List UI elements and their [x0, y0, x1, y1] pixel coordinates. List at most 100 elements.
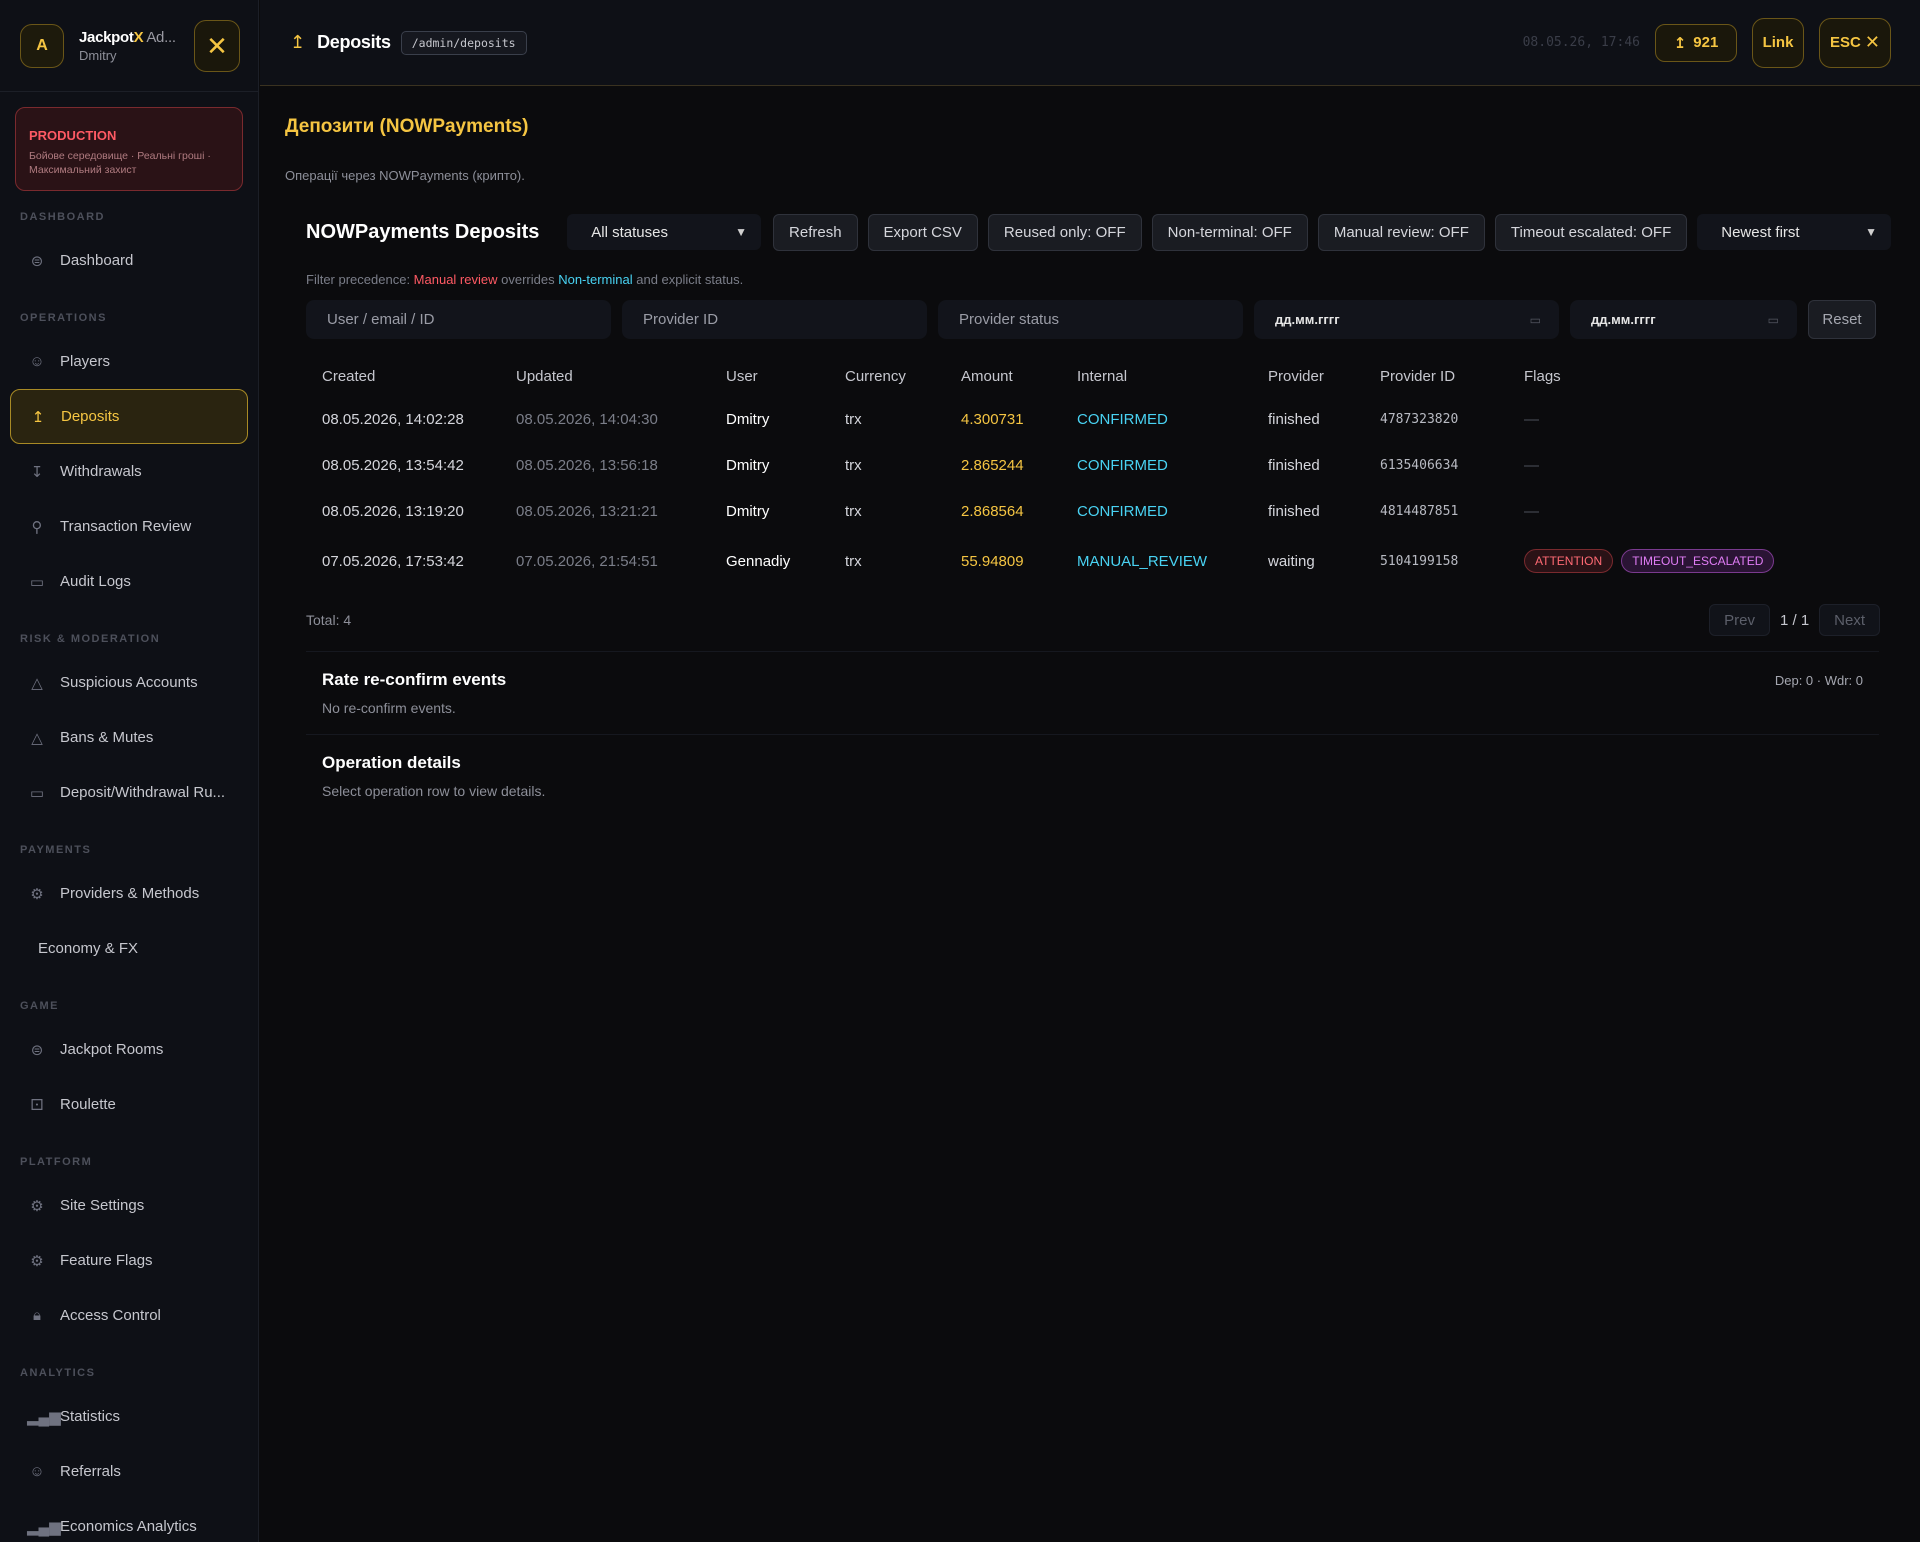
- brand-text: JackpotX Ad... Dmitry: [79, 29, 194, 63]
- cell-updated: 07.05.2026, 21:54:51: [516, 552, 658, 570]
- sidebar-item-bans-mutes[interactable]: △ Bans & Mutes: [10, 710, 248, 765]
- date-from-input[interactable]: дд.мм.гггг ▭: [1254, 300, 1559, 339]
- timeout-escalated-badge: TIMEOUT_ESCALATED: [1621, 549, 1775, 573]
- cell-amount: 2.865244: [961, 456, 1024, 474]
- page-title: Депозити (NOWPayments): [285, 116, 529, 137]
- col-amount[interactable]: Amount: [961, 356, 1077, 396]
- close-sidebar-button[interactable]: ✕: [194, 19, 240, 72]
- users-icon: ☺: [29, 353, 45, 370]
- table-row[interactable]: 08.05.2026, 13:54:42 08.05.2026, 13:56:1…: [306, 442, 1896, 488]
- sidebar-item-label: Statistics: [60, 1408, 121, 1425]
- sidebar: A JackpotX Ad... Dmitry ✕ PRODUCTION Бой…: [0, 0, 259, 1542]
- sidebar-item-label: Transaction Review: [60, 518, 192, 535]
- sidebar-item-dw-rules[interactable]: ▭ Deposit/Withdrawal Ru...: [10, 765, 248, 820]
- sidebar-item-access-control[interactable]: 🔒︎ Access Control: [10, 1288, 248, 1343]
- cell-amount: 55.94809: [961, 552, 1024, 570]
- sidebar-item-providers-methods[interactable]: ⚙ Providers & Methods: [10, 866, 248, 921]
- non-terminal-toggle[interactable]: Non-terminal: OFF: [1151, 213, 1308, 251]
- page-title-top: Deposits: [317, 32, 391, 52]
- reused-only-toggle[interactable]: Reused only: OFF: [987, 213, 1142, 251]
- cell-provider-status: finished: [1268, 502, 1320, 520]
- col-user[interactable]: User: [726, 356, 845, 396]
- manual-review-toggle[interactable]: Manual review: OFF: [1317, 213, 1485, 251]
- export-csv-button[interactable]: Export CSV: [867, 213, 978, 251]
- cell-provider-status: finished: [1268, 410, 1320, 428]
- sidebar-item-site-settings[interactable]: ⚙ Site Settings: [10, 1178, 248, 1233]
- cell-user: Gennadiy: [726, 552, 791, 570]
- provider-id-input[interactable]: Provider ID: [622, 300, 927, 339]
- sidebar-item-transaction-review[interactable]: ⚲ Transaction Review: [10, 499, 248, 554]
- sidebar-item-label: Withdrawals: [60, 463, 142, 480]
- production-subtitle: Бойове середовище · Реальні гроші · Макс…: [29, 150, 211, 176]
- sidebar-item-statistics[interactable]: ▂▄▆ Statistics: [10, 1389, 248, 1444]
- table-row[interactable]: 08.05.2026, 13:19:20 08.05.2026, 13:21:2…: [306, 488, 1896, 534]
- card-icon: ▭: [29, 784, 45, 802]
- gear-icon: ⚙: [30, 885, 44, 903]
- section-risk: RISK & MODERATION: [20, 633, 161, 645]
- cell-provider-status: finished: [1268, 456, 1320, 474]
- calendar-icon[interactable]: ▭: [1768, 313, 1779, 327]
- reconfirm-panel: Rate re-confirm events Dep: 0 · Wdr: 0 N…: [306, 651, 1879, 734]
- table-row[interactable]: 08.05.2026, 14:02:28 08.05.2026, 14:04:3…: [306, 396, 1896, 442]
- sidebar-item-deposits[interactable]: ↥ Deposits: [10, 389, 248, 444]
- warning-icon: △: [31, 729, 43, 747]
- refresh-button[interactable]: Refresh: [773, 213, 858, 251]
- cell-amount: 2.868564: [961, 502, 1024, 520]
- provider-status-input[interactable]: Provider status: [938, 300, 1243, 339]
- date-from-value: дд.мм.гггг: [1275, 312, 1340, 327]
- col-internal[interactable]: Internal: [1077, 356, 1268, 396]
- table-row[interactable]: 07.05.2026, 17:53:42 07.05.2026, 21:54:5…: [306, 534, 1896, 588]
- col-updated[interactable]: Updated: [516, 356, 726, 396]
- sidebar-item-audit-logs[interactable]: ▭ Audit Logs: [10, 554, 248, 609]
- cell-updated: 08.05.2026, 14:04:30: [516, 410, 658, 428]
- calendar-icon[interactable]: ▭: [1530, 313, 1541, 327]
- sidebar-item-dashboard[interactable]: ⊜ Dashboard: [10, 233, 248, 288]
- upload-icon: ↥: [31, 408, 45, 426]
- sidebar-item-players[interactable]: ☺ Players: [10, 334, 248, 389]
- download-icon: ↧: [30, 463, 44, 481]
- section-analytics: ANALYTICS: [20, 1367, 96, 1379]
- sidebar-item-label: Players: [60, 353, 111, 370]
- sidebar-item-suspicious-accounts[interactable]: △ Suspicious Accounts: [10, 655, 248, 710]
- cell-internal-status: CONFIRMED: [1077, 410, 1168, 428]
- timestamp: 08.05.26, 17:46: [1522, 35, 1640, 50]
- col-currency[interactable]: Currency: [845, 356, 961, 396]
- esc-button[interactable]: ESC ✕: [1819, 17, 1891, 68]
- next-page-button[interactable]: Next: [1819, 604, 1880, 636]
- user-search-input[interactable]: User / email / ID: [306, 300, 611, 339]
- sidebar-item-referrals[interactable]: ☺ Referrals: [10, 1444, 248, 1499]
- chevron-down-icon: ▼: [735, 225, 748, 239]
- topbar: ↥ Deposits /admin/deposits 08.05.26, 17:…: [260, 0, 1920, 86]
- prev-page-button[interactable]: Prev: [1709, 604, 1770, 636]
- status-select[interactable]: All statuses ▼: [567, 214, 762, 250]
- cell-flags: ATTENTION TIMEOUT_ESCALATED: [1524, 534, 1896, 588]
- cell-user: Dmitry: [726, 456, 770, 474]
- col-flags[interactable]: Flags: [1524, 356, 1896, 396]
- cell-created: 08.05.2026, 14:02:28: [322, 410, 464, 428]
- total-count: Total: 4: [306, 612, 352, 628]
- sidebar-item-economics-analytics[interactable]: ▂▄▆ Economics Analytics: [10, 1499, 248, 1542]
- sidebar-item-jackpot-rooms[interactable]: ⊜ Jackpot Rooms: [10, 1022, 248, 1077]
- sidebar-item-label: Site Settings: [60, 1197, 145, 1214]
- warning-icon: △: [31, 674, 43, 692]
- date-to-input[interactable]: дд.мм.гггг ▭: [1570, 300, 1797, 339]
- sidebar-item-feature-flags[interactable]: ⚙ Feature Flags: [10, 1233, 248, 1288]
- sidebar-item-withdrawals[interactable]: ↧ Withdrawals: [10, 444, 248, 499]
- reset-button[interactable]: Reset: [1808, 300, 1876, 339]
- col-provider-id[interactable]: Provider ID: [1380, 356, 1524, 396]
- sidebar-item-economy-fx[interactable]: Economy & FX: [10, 921, 248, 976]
- section-game: GAME: [20, 1000, 59, 1012]
- sort-select[interactable]: Newest first ▼: [1697, 214, 1891, 250]
- col-created[interactable]: Created: [306, 356, 516, 396]
- deposits-count-button[interactable]: ↥ 921: [1655, 23, 1737, 62]
- toolbar: NOWPayments Deposits All statuses ▼ Refre…: [306, 213, 1891, 251]
- avatar[interactable]: A: [20, 23, 64, 68]
- timeout-escalated-toggle[interactable]: Timeout escalated: OFF: [1494, 213, 1688, 251]
- link-button[interactable]: Link: [1752, 17, 1804, 68]
- brand-user: Dmitry: [79, 47, 117, 63]
- col-provider[interactable]: Provider: [1268, 356, 1380, 396]
- sidebar-item-roulette[interactable]: ⚀ Roulette: [10, 1077, 248, 1132]
- esc-label: ESC: [1830, 34, 1861, 51]
- reconfirm-stats: Dep: 0 · Wdr: 0: [1774, 673, 1863, 688]
- section-platform: PLATFORM: [20, 1156, 93, 1168]
